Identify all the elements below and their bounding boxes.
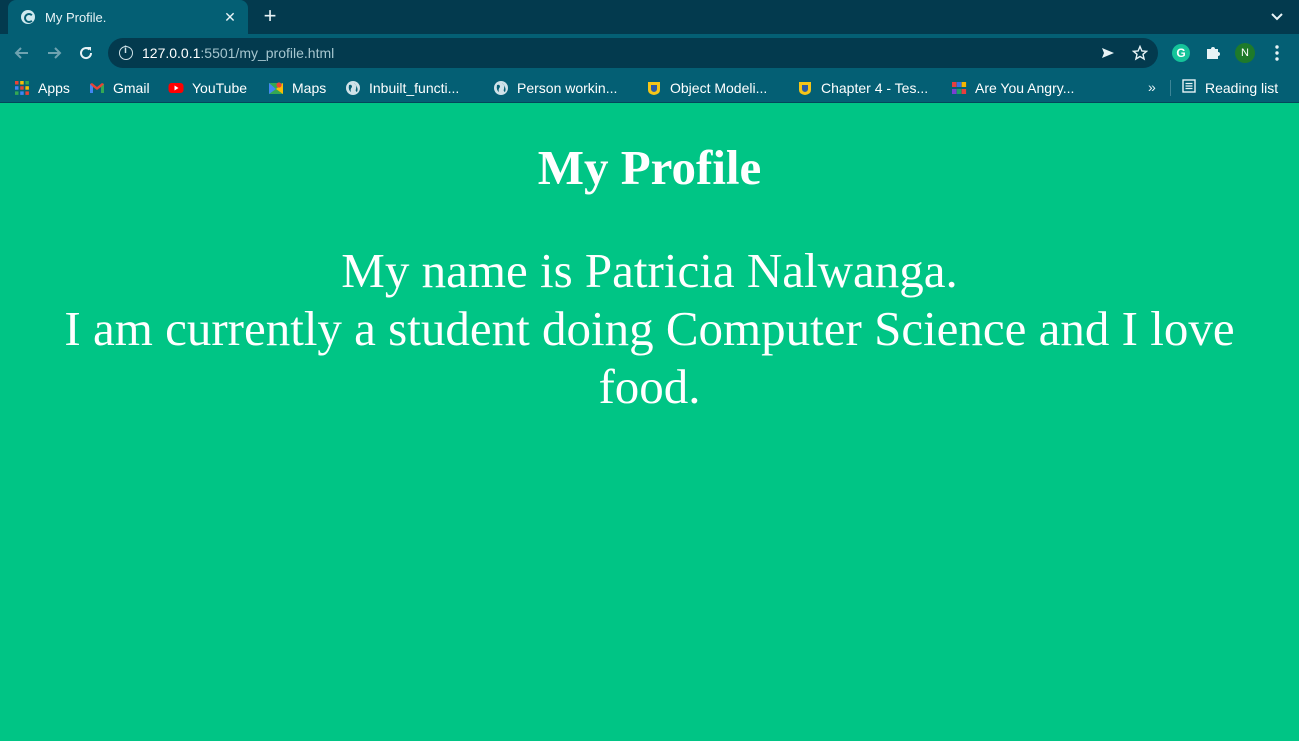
tab-title: My Profile. xyxy=(45,9,107,25)
reading-list-icon xyxy=(1182,78,1196,98)
youtube-icon xyxy=(168,80,184,96)
bookmark-youtube[interactable]: YouTube xyxy=(168,77,247,99)
url-path: :5501/my_profile.html xyxy=(200,45,335,61)
apps-grid-icon xyxy=(14,80,30,96)
globe-icon xyxy=(493,80,509,96)
gmail-icon xyxy=(89,80,105,96)
bookmarks-overflow-button[interactable]: » xyxy=(1148,79,1156,95)
grammarly-extension-icon[interactable]: G xyxy=(1168,40,1194,66)
address-bar[interactable]: 127.0.0.1:5501/my_profile.html xyxy=(108,38,1158,68)
bookmark-are-you-angry[interactable]: Are You Angry... xyxy=(951,77,1074,99)
bookmarks-divider xyxy=(1170,80,1171,96)
bookmark-person-working[interactable]: Person workin... xyxy=(493,77,617,99)
site-info-icon[interactable] xyxy=(119,45,133,60)
tab-strip: My Profile. ✕ + xyxy=(0,0,1299,34)
page-content: My Profile My name is Patricia Nalwanga.… xyxy=(0,104,1299,741)
close-tab-icon[interactable]: ✕ xyxy=(222,9,238,26)
colorful-grid-icon xyxy=(951,80,967,96)
bookmark-chapter-4[interactable]: Chapter 4 - Tes... xyxy=(797,77,928,99)
chevron-down-icon[interactable] xyxy=(1269,8,1285,24)
globe-icon xyxy=(21,10,35,24)
send-icon[interactable] xyxy=(1100,38,1116,68)
back-arrow-icon[interactable] xyxy=(9,40,35,66)
url-text: 127.0.0.1:5501/my_profile.html xyxy=(142,45,334,61)
profile-text: My name is Patricia Nalwanga. I am curre… xyxy=(0,242,1299,416)
profile-name-line: My name is Patricia Nalwanga. xyxy=(341,243,958,298)
bookmark-object-modeling[interactable]: Object Modeli... xyxy=(646,77,767,99)
profile-avatar[interactable]: N xyxy=(1232,40,1258,66)
tab-my-profile[interactable]: My Profile. ✕ xyxy=(8,0,248,34)
new-tab-button[interactable]: + xyxy=(259,5,281,27)
bookmark-site-icon xyxy=(646,80,662,96)
url-host: 127.0.0.1 xyxy=(142,45,201,61)
forward-arrow-icon[interactable] xyxy=(41,40,67,66)
toolbar: 127.0.0.1:5501/my_profile.html G N xyxy=(0,34,1299,72)
page-heading: My Profile xyxy=(537,140,762,195)
extensions-puzzle-icon[interactable] xyxy=(1200,40,1226,66)
kebab-menu-icon[interactable] xyxy=(1264,40,1290,66)
bookmarks-bar: Apps Gmail YouTube Maps Inbuilt_functi..… xyxy=(0,72,1299,103)
reload-icon[interactable] xyxy=(73,40,99,66)
reading-list-button[interactable]: Reading list xyxy=(1182,77,1278,99)
bookmark-inbuilt-functions[interactable]: Inbuilt_functi... xyxy=(345,77,459,99)
bookmark-maps[interactable]: Maps xyxy=(268,77,326,99)
bookmark-site-icon xyxy=(797,80,813,96)
maps-icon xyxy=(268,80,284,96)
star-icon[interactable] xyxy=(1132,38,1148,68)
globe-icon xyxy=(345,80,361,96)
bookmark-gmail[interactable]: Gmail xyxy=(89,77,150,99)
profile-description-line: I am currently a student doing Computer … xyxy=(64,301,1235,414)
bookmark-apps[interactable]: Apps xyxy=(14,77,70,99)
